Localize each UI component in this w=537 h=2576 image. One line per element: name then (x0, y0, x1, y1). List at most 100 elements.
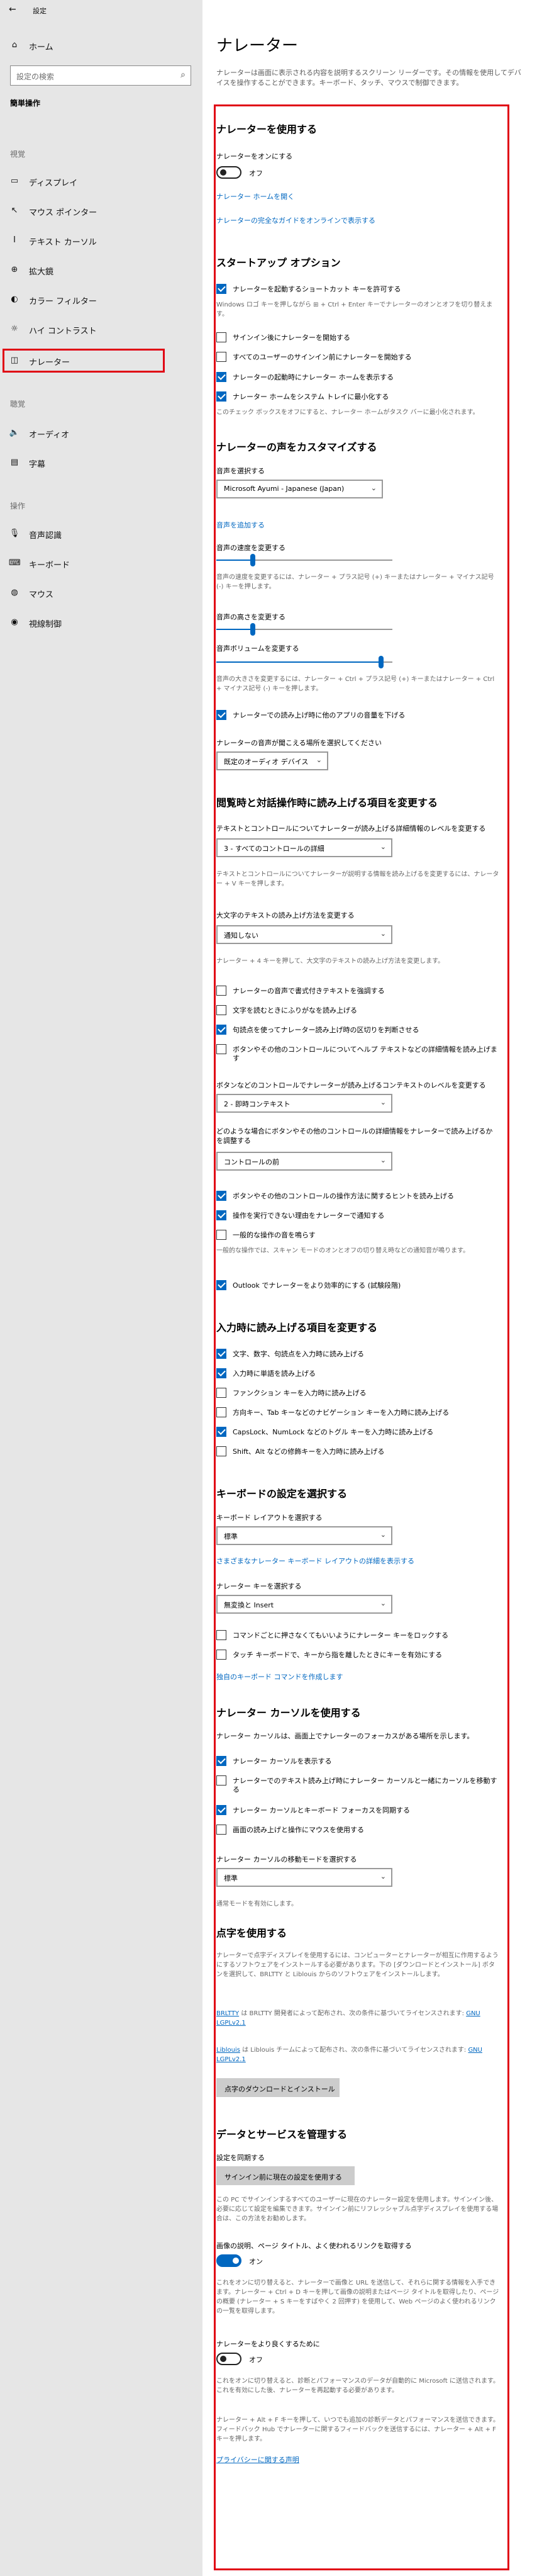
sidebar-item-eye-control[interactable]: ◉ 視線制御 (0, 611, 202, 634)
sidebar-item-captions[interactable]: ▤ 字幕 (0, 451, 202, 474)
narrator-toggle[interactable]: オフ (216, 166, 342, 180)
search-input[interactable]: 設定の検索 ⌕ (10, 65, 191, 86)
checkbox-lower-volume[interactable]: ナレーターでの読み上げ時に他のアプリの音量を下げる (216, 710, 506, 721)
checkbox-phonetic[interactable]: 文字を読むときにふりがなを読み上げる (216, 1005, 506, 1016)
checkbox-box[interactable] (216, 1427, 226, 1437)
checkbox-sync-focus[interactable]: ナレーター カーソルとキーボード フォーカスを同期する (216, 1805, 506, 1816)
speed-slider[interactable] (216, 554, 392, 566)
toggle-switch[interactable] (216, 2254, 241, 2267)
sidebar-item-audio[interactable]: 🔈 オーディオ (0, 422, 202, 444)
checkbox-box[interactable] (216, 352, 226, 362)
custom-commands-link[interactable]: 独自のキーボード コマンドを作成します (216, 1672, 343, 1682)
checkbox-minimize-tray[interactable]: ナレーター ホームをシステム トレイに最小化する (216, 391, 506, 403)
checkbox-box[interactable] (216, 1407, 226, 1417)
sidebar-item-color-filters[interactable]: ◐ カラー フィルター (0, 288, 202, 311)
checkbox-box[interactable] (216, 1044, 226, 1054)
back-arrow-icon[interactable]: ← (9, 4, 16, 14)
checkbox-box[interactable] (216, 1210, 226, 1220)
brltty-link[interactable]: BRLTTY (216, 2010, 239, 2017)
sidebar-item-mouse-pointer[interactable]: ↖ マウス ポインター (0, 200, 202, 222)
checkbox-outlook[interactable]: Outlook でナレーターをより効率的にする (試験段階) (216, 1280, 506, 1291)
layout-details-link[interactable]: さまざまなナレーター キーボード レイアウトの詳細を表示する (216, 1556, 414, 1566)
slider-thumb[interactable] (250, 623, 255, 636)
volume-slider[interactable] (216, 656, 392, 668)
slider-thumb[interactable] (250, 554, 255, 566)
sidebar-item-display[interactable]: ▭ ディスプレイ (0, 170, 202, 193)
sync-settings-button[interactable]: サインイン前に現在の設定を使用する (216, 2166, 355, 2185)
sidebar-item-home[interactable]: ⌂ ホーム (0, 34, 202, 57)
checkbox-toggle-keys[interactable]: CapsLock、NumLock などのトグル キーを入力時に読み上げる (216, 1427, 506, 1438)
window-title: 設定 (33, 7, 47, 15)
checkbox-move-cursor[interactable]: ナレーターでのテキスト読み上げ時にナレーター カーソルと一緒にカーソルを移動する (216, 1775, 506, 1794)
sidebar-item-keyboard[interactable]: ⌨ キーボード (0, 552, 202, 575)
narrator-key-select[interactable]: 無変換と Insert ⌄ (216, 1595, 392, 1614)
liblouis-link[interactable]: Liblouis (216, 2047, 240, 2054)
sidebar-item-speech[interactable]: 🎙 音声認識 (0, 522, 202, 545)
checkbox-words[interactable]: 入力時に単語を読み上げる (216, 1368, 506, 1380)
checkbox-advanced-info[interactable]: ボタンやその他のコントロールについてヘルプ テキストなどの詳細情報を読み上げます (216, 1044, 506, 1062)
sidebar-item-magnifier[interactable]: ⊕ 拡大鏡 (0, 259, 202, 281)
checkbox-box[interactable] (216, 1805, 226, 1815)
voice-select[interactable]: Microsoft Ayumi - Japanese (Japan) ⌄ (216, 480, 383, 498)
checkbox-show-home[interactable]: ナレーターの起動時にナレーター ホームを表示する (216, 372, 506, 383)
slider-thumb[interactable] (379, 656, 384, 668)
checkbox-box[interactable] (216, 1230, 226, 1240)
checkbox-box[interactable] (216, 1756, 226, 1766)
checkbox-box[interactable] (216, 1005, 226, 1015)
checkbox-box[interactable] (216, 284, 226, 294)
checkbox-use-mouse[interactable]: 画面の読み上げと操作にマウスを使用する (216, 1825, 506, 1836)
checkbox-box[interactable] (216, 1825, 226, 1835)
layout-select[interactable]: 標準 ⌄ (216, 1526, 392, 1545)
checkbox-emphasize[interactable]: ナレーターの音声で書式付きテキストを強調する (216, 986, 506, 997)
narrator-guide-link[interactable]: ナレーターの完全なガイドをオンラインで表示する (216, 215, 375, 225)
checkbox-box[interactable] (216, 1368, 226, 1378)
caps-select[interactable]: 通知しない ⌄ (216, 925, 392, 944)
sidebar-item-high-contrast[interactable]: ☼ ハイ コントラスト (0, 318, 202, 340)
checkbox-cannot-perform[interactable]: 操作を実行できない理由をナレーターで通知する (216, 1210, 506, 1222)
narrator-home-link[interactable]: ナレーター ホームを開く (216, 191, 294, 201)
detail-level-select[interactable]: 3 - すべてのコントロールの詳細 ⌄ (216, 838, 392, 857)
checkbox-start-after-signin[interactable]: サインイン後にナレーターを開始する (216, 332, 506, 344)
checkbox-box[interactable] (216, 332, 226, 342)
checkbox-modifier-keys[interactable]: Shift、Alt などの修飾キーを入力時に読み上げる (216, 1446, 506, 1458)
checkbox-box[interactable] (216, 372, 226, 382)
checkbox-box[interactable] (216, 1025, 226, 1035)
checkbox-box[interactable] (216, 1630, 226, 1640)
checkbox-box[interactable] (216, 1775, 226, 1786)
checkbox-box[interactable] (216, 1280, 226, 1290)
checkbox-shortcut[interactable]: ナレーターを起動するショートカット キーを許可する (216, 284, 506, 295)
sidebar-item-text-cursor[interactable]: I テキスト カーソル (0, 229, 202, 252)
checkbox-box[interactable] (216, 1446, 226, 1456)
checkbox-box[interactable] (216, 1191, 226, 1201)
pitch-slider[interactable] (216, 623, 392, 636)
checkbox-pauses[interactable]: 句読点を使ってナレーター読み上げ時の区切りを判断させる (216, 1025, 506, 1036)
checkbox-function-keys[interactable]: ファンクション キーを入力時に読み上げる (216, 1388, 506, 1399)
improve-toggle[interactable]: オフ (216, 2353, 342, 2366)
sidebar-item-mouse[interactable]: ◍ マウス (0, 582, 202, 604)
toggle-switch[interactable] (216, 2353, 241, 2365)
descriptions-toggle[interactable]: オン (216, 2254, 342, 2268)
checkbox-touch-keyboard[interactable]: タッチ キーボードで、キーから指を離したときにキーを有効にする (216, 1650, 506, 1661)
add-voice-link[interactable]: 音声を追加する (216, 520, 265, 530)
search-icon: ⌕ (180, 70, 185, 80)
checkbox-start-before-signin[interactable]: すべてのユーザーのサインイン前にナレーターを開始する (216, 352, 506, 363)
checkbox-hints[interactable]: ボタンやその他のコントロールの操作方法に関するヒントを読み上げる (216, 1191, 506, 1202)
checkbox-box[interactable] (216, 710, 226, 720)
privacy-link[interactable]: プライバシーに関する声明 (216, 2455, 299, 2465)
cursor-mode-select[interactable]: 標準 ⌄ (216, 1868, 392, 1887)
order-select[interactable]: コントロールの前 ⌄ (216, 1152, 392, 1171)
braille-install-button[interactable]: 点字のダウンロードとインストール (216, 2078, 340, 2097)
context-select[interactable]: 2 - 即時コンテキスト ⌄ (216, 1094, 392, 1113)
checkbox-show-cursor[interactable]: ナレーター カーソルを表示する (216, 1756, 506, 1767)
checkbox-chars[interactable]: 文字、数字、句読点を入力時に読み上げる (216, 1349, 506, 1360)
checkbox-box[interactable] (216, 1388, 226, 1398)
checkbox-box[interactable] (216, 391, 226, 402)
checkbox-box[interactable] (216, 1650, 226, 1660)
checkbox-box[interactable] (216, 986, 226, 996)
checkbox-lock-key[interactable]: コマンドごとに押さなくてもいいようにナレーター キーをロックする (216, 1630, 506, 1641)
checkbox-audio-cues[interactable]: 一般的な操作の音を鳴らす (216, 1230, 506, 1241)
toggle-switch[interactable] (216, 166, 241, 179)
output-device-select[interactable]: 既定のオーディオ デバイス ⌄ (216, 751, 328, 770)
checkbox-box[interactable] (216, 1349, 226, 1359)
checkbox-nav-keys[interactable]: 方向キー、Tab キーなどのナビゲーション キーを入力時に読み上げる (216, 1407, 506, 1419)
